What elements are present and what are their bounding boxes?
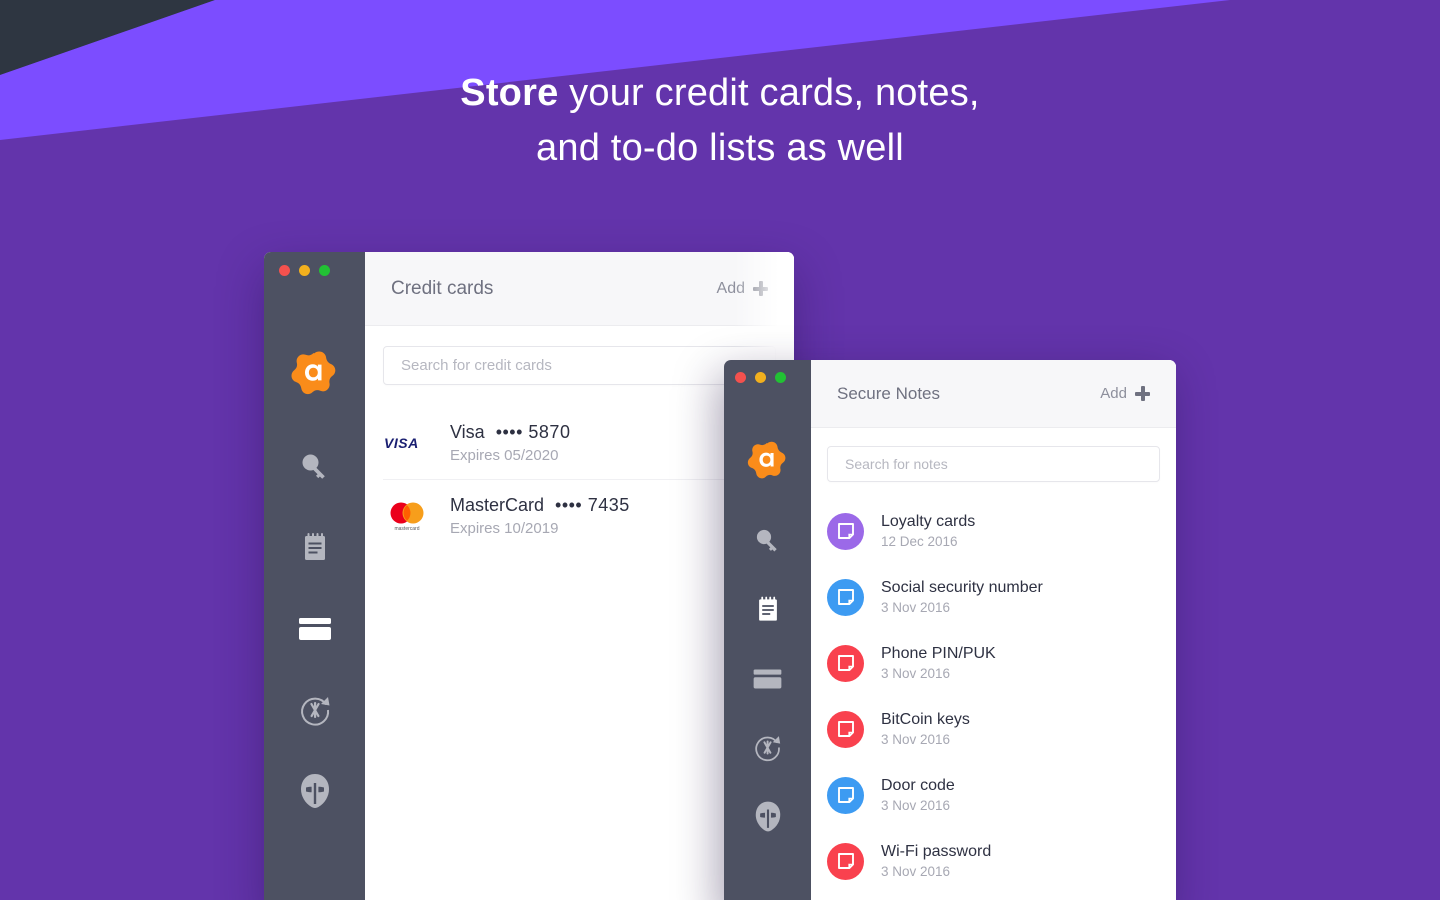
sidebar-item-password-generator[interactable] [264, 669, 365, 750]
note-icon [827, 776, 864, 814]
notes-panel-header: Secure Notes Add [811, 360, 1176, 428]
notes-list: Loyalty cards 12 Dec 2016 Social securit… [811, 498, 1176, 894]
credit-card-icon [753, 668, 782, 689]
add-note-button[interactable]: Add [1100, 385, 1150, 402]
key-icon [756, 529, 777, 551]
page-title: Secure Notes [837, 383, 940, 403]
note-date: 3 Nov 2016 [881, 732, 951, 747]
sidebar-item-notes[interactable] [724, 575, 811, 644]
note-title: Social security number [881, 579, 1043, 596]
notepad-icon [304, 532, 325, 560]
notes-window-main: Secure Notes Add Search for notes Loyalt… [811, 360, 1176, 900]
headline: Store your credit cards, notes, and to-d… [0, 66, 1440, 176]
svg-text:VISA: VISA [384, 435, 419, 451]
credit-window-nav [264, 330, 365, 831]
card-name: Visa •••• 5870 [450, 422, 570, 443]
add-credit-card-button[interactable]: Add [717, 280, 768, 298]
plus-icon [1135, 386, 1150, 401]
note-date: 3 Nov 2016 [881, 798, 951, 813]
note-icon [827, 842, 864, 880]
mastercard-logo-icon: mastercard [383, 500, 431, 532]
sidebar-item-credit-cards[interactable] [724, 644, 811, 713]
sidebar-item-password-generator[interactable] [724, 713, 811, 782]
add-label: Add [716, 279, 745, 297]
window-controls [279, 265, 330, 276]
zoom-button[interactable] [319, 265, 330, 276]
add-label: Add [1100, 385, 1127, 402]
list-item[interactable]: Loyalty cards 12 Dec 2016 [811, 498, 1176, 564]
note-icon [827, 710, 864, 748]
headline-line-2: and to-do lists as well [536, 127, 904, 169]
credit-card-icon [298, 617, 331, 640]
card-name: MasterCard •••• 7435 [450, 495, 630, 516]
secure-notes-window[interactable]: Secure Notes Add Search for notes Loyalt… [724, 360, 1176, 900]
note-date: 3 Nov 2016 [881, 600, 951, 615]
close-button[interactable] [279, 265, 290, 276]
credit-cards-window[interactable]: Credit cards Add Search for credit cards… [264, 252, 794, 900]
notepad-icon [758, 596, 777, 621]
note-title: Phone PIN/PUK [881, 645, 996, 662]
list-item[interactable]: Door code 3 Nov 2016 [811, 762, 1176, 828]
sidebar-item-passwords[interactable] [264, 426, 365, 507]
sidebar-item-notes[interactable] [264, 507, 365, 588]
key-icon [302, 454, 325, 479]
search-notes-input[interactable]: Search for notes [827, 446, 1160, 482]
avast-logo [724, 422, 811, 506]
list-item[interactable]: BitCoin keys 3 Nov 2016 [811, 696, 1176, 762]
note-icon [827, 578, 864, 616]
card-brand: MasterCard [450, 495, 545, 515]
plus-icon [753, 281, 768, 296]
note-date: 3 Nov 2016 [881, 864, 951, 879]
note-title: Loyalty cards [881, 513, 976, 530]
minimize-button[interactable] [755, 372, 766, 383]
notes-window-sidebar [724, 360, 811, 900]
list-item[interactable]: Wi-Fi password 3 Nov 2016 [811, 828, 1176, 894]
note-title: Door code [881, 777, 955, 794]
sidebar-item-passwords[interactable] [724, 506, 811, 575]
list-item[interactable]: Phone PIN/PUK 3 Nov 2016 [811, 630, 1176, 696]
minimize-button[interactable] [299, 265, 310, 276]
card-masked-number: •••• 7435 [555, 495, 630, 515]
note-title: BitCoin keys [881, 711, 970, 728]
list-item[interactable]: Social security number 3 Nov 2016 [811, 564, 1176, 630]
note-icon [827, 512, 864, 550]
svg-text:mastercard: mastercard [394, 526, 419, 532]
card-brand: Visa [450, 422, 485, 442]
sidebar-item-guardian[interactable] [264, 750, 365, 831]
window-controls [735, 372, 786, 383]
notes-search-wrap: Search for notes [811, 428, 1176, 482]
headline-line-1-rest: your credit cards, notes, [558, 72, 980, 114]
credit-panel-header: Credit cards Add [365, 252, 794, 326]
card-expiry: Expires 05/2020 [450, 447, 559, 464]
card-expiry: Expires 10/2019 [450, 520, 559, 537]
note-date: 12 Dec 2016 [881, 534, 958, 549]
zoom-button[interactable] [775, 372, 786, 383]
close-button[interactable] [735, 372, 746, 383]
headline-bold-word: Store [460, 72, 559, 114]
generator-icon [755, 736, 781, 762]
helmet-icon [755, 801, 780, 832]
note-date: 3 Nov 2016 [881, 666, 951, 681]
headline-line-1: Store your credit cards, notes, [0, 66, 1440, 121]
sidebar-item-guardian[interactable] [724, 782, 811, 851]
generator-icon [300, 696, 329, 726]
card-masked-number: •••• 5870 [495, 422, 571, 442]
avast-logo [264, 330, 365, 426]
visa-logo-icon: VISA [383, 435, 431, 451]
search-credit-cards-input[interactable]: Search for credit cards [383, 346, 776, 385]
credit-window-sidebar [264, 252, 365, 900]
helmet-icon [300, 773, 329, 808]
notes-window-nav [724, 422, 811, 851]
page-title: Credit cards [391, 277, 494, 299]
note-title: Wi-Fi password [881, 843, 992, 860]
sidebar-item-credit-cards[interactable] [264, 588, 365, 669]
note-icon [827, 644, 864, 682]
